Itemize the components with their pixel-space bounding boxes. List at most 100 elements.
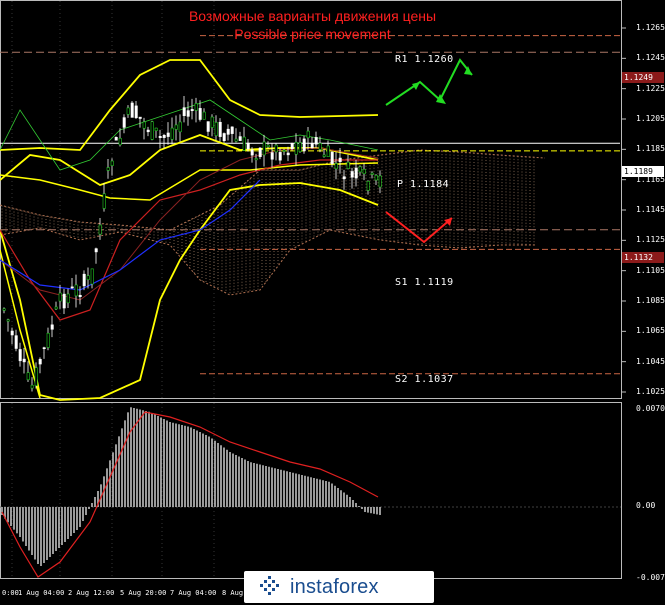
- candle-body: [82, 273, 86, 287]
- candle-body: [318, 143, 322, 150]
- price-axis-label: 1.1145: [636, 205, 665, 214]
- candle-body: [142, 121, 146, 129]
- bear-scenario-arrow: [385, 211, 453, 244]
- candle-body: [350, 171, 354, 178]
- candle-body: [310, 143, 314, 149]
- candle-body: [34, 367, 38, 386]
- candle-body: [122, 117, 126, 128]
- candle-body: [110, 160, 114, 166]
- candle-body: [322, 154, 326, 157]
- candle-body: [150, 121, 154, 140]
- time-label: 8 Aug: [222, 589, 244, 597]
- pivot-s2-label: S2 1.1037: [395, 374, 454, 385]
- candle-body: [266, 144, 270, 148]
- candle-body: [74, 284, 78, 297]
- candle-body: [58, 292, 62, 302]
- candle-body: [366, 180, 370, 191]
- candle-body: [302, 138, 306, 152]
- candle-body: [22, 358, 26, 363]
- candle-body: [298, 142, 302, 152]
- price-axis-label: 1.1085: [636, 296, 665, 305]
- candle-body: [154, 127, 158, 131]
- candle-body: [330, 151, 334, 164]
- price-tag-resistance: 1.1249: [622, 72, 664, 83]
- macd-axis-top: 0.00704: [636, 404, 665, 413]
- candle-body: [254, 158, 258, 161]
- candle-body: [202, 111, 206, 120]
- time-label: 2 Aug 12:00: [68, 589, 115, 597]
- candle-body: [50, 324, 54, 330]
- candle-body: [134, 105, 138, 119]
- candle-body: [114, 137, 118, 141]
- price-chart[interactable]: [0, 0, 665, 605]
- price-axis-label: 1.1225: [636, 83, 665, 93]
- candle-body: [326, 145, 330, 158]
- candle-body: [182, 107, 186, 116]
- candle-body: [378, 175, 382, 188]
- candle-body: [290, 143, 294, 150]
- candle-body: [286, 152, 290, 156]
- candle-body: [306, 130, 310, 139]
- bollinger-upper: [0, 59, 379, 151]
- candle-body: [334, 163, 338, 170]
- candle-body: [166, 132, 170, 137]
- candle-body: [26, 372, 30, 381]
- candle-body: [102, 193, 106, 209]
- candle-body: [90, 268, 94, 285]
- candle-body: [242, 136, 246, 151]
- logo-icon: [260, 576, 279, 595]
- macd-axis-bottom: -0.00759: [636, 573, 665, 582]
- price-axis-label: 1.1245: [636, 53, 665, 63]
- candle-body: [158, 135, 162, 138]
- candle-body: [354, 167, 358, 179]
- candle-body: [126, 107, 130, 115]
- time-label: 7 Aug 04:00: [170, 589, 217, 597]
- cloud-edge: [0, 227, 535, 296]
- candle-body: [186, 110, 190, 117]
- chart-title-en: Possible price movement: [234, 26, 391, 42]
- candle-body: [198, 108, 202, 120]
- price-axis-label: 1.1205: [636, 114, 665, 123]
- candle-body: [42, 347, 46, 350]
- candle-body: [250, 149, 254, 156]
- candle-body: [130, 102, 134, 118]
- candle-body: [210, 116, 214, 128]
- candle-body: [118, 138, 122, 146]
- candle-body: [86, 275, 90, 280]
- price-axis-label: 1.1045: [636, 356, 665, 366]
- candle-body: [106, 167, 110, 171]
- candle-body: [314, 137, 318, 145]
- price-axis-label: 1.1105: [636, 265, 665, 275]
- candle-body: [206, 121, 210, 132]
- candle-body: [274, 144, 278, 153]
- candle-body: [190, 109, 194, 112]
- candle-body: [174, 124, 178, 130]
- candle-body: [170, 127, 174, 140]
- candle-body: [66, 293, 70, 304]
- candle-body: [62, 293, 66, 309]
- ichimoku-cloud: [0, 149, 546, 296]
- tenkan-line: [0, 147, 379, 301]
- candle-body: [338, 157, 342, 162]
- candle-body: [54, 306, 58, 310]
- candle-body: [218, 121, 222, 137]
- chart-window[interactable]: Возможные варианты движения цены Possibl…: [0, 0, 665, 605]
- macd-histogram: [0, 407, 621, 578]
- candle-body: [178, 121, 182, 133]
- logo-text: instaforex: [290, 575, 379, 598]
- instaforex-logo: instaforex: [244, 571, 434, 603]
- candle-body: [374, 174, 378, 181]
- candle-body: [278, 152, 282, 161]
- candle-body: [2, 308, 6, 311]
- price-axis-label: 1.1065: [636, 326, 665, 336]
- main-panel-frame: [0, 0, 622, 399]
- candles: [2, 95, 382, 392]
- candle-body: [362, 169, 366, 175]
- candle-body: [222, 133, 226, 141]
- price-axis-label: 1.1025: [636, 387, 665, 396]
- candle-body: [162, 134, 166, 138]
- candle-body: [370, 172, 374, 175]
- candle-body: [78, 294, 82, 298]
- candle-body: [346, 161, 350, 169]
- candle-body: [270, 152, 274, 160]
